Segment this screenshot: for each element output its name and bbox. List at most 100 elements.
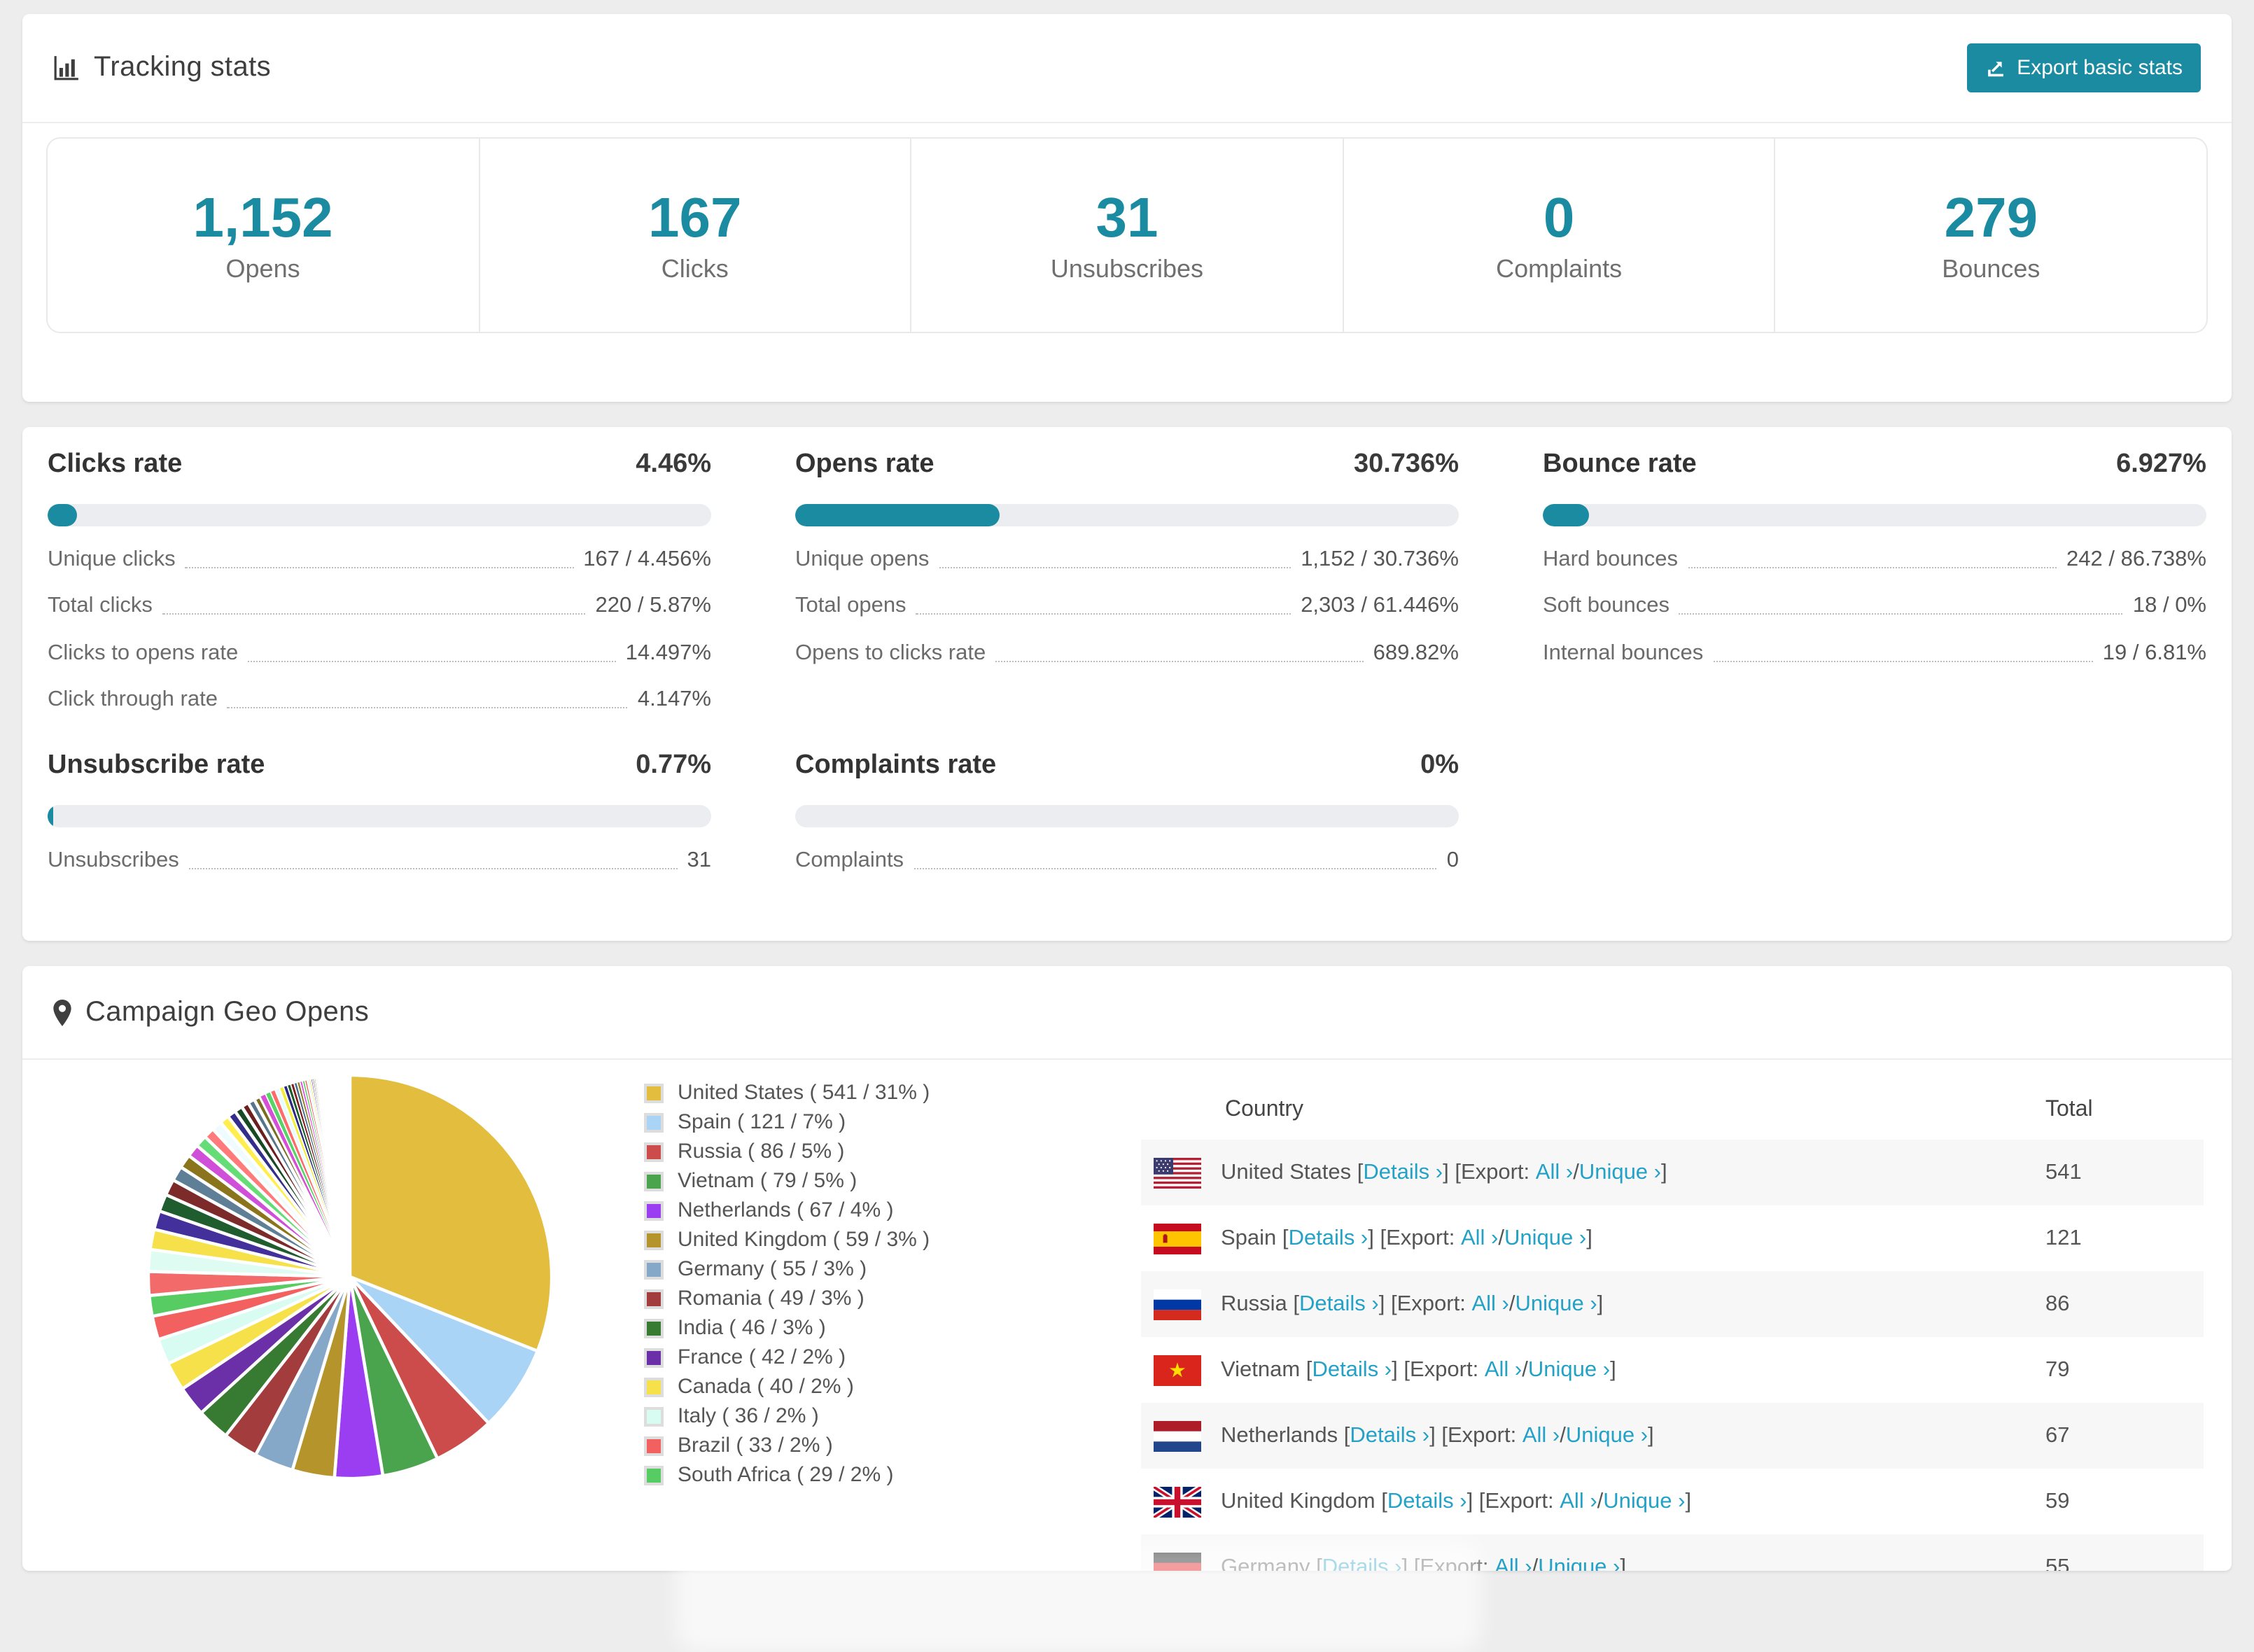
dotted-leader <box>939 545 1292 568</box>
geo-table-body: United States [Details ›] [Export: All ›… <box>1141 1140 2204 1571</box>
rate-stat-value: 0 <box>1446 848 1459 872</box>
legend-swatch <box>644 1436 664 1455</box>
legend-item: United States ( 541 / 31% ) <box>644 1078 930 1107</box>
rate-stat-value: 18 / 0% <box>2132 594 2206 618</box>
details-link[interactable]: Details › <box>1363 1160 1443 1185</box>
dotted-leader <box>1688 545 2057 568</box>
legend-swatch <box>644 1465 664 1485</box>
progress-bar-fill <box>48 805 53 827</box>
rate-stat-row: Unique opens 1,152 / 30.736% <box>795 545 1459 573</box>
rate-stat-row: Unsubscribes 31 <box>48 846 711 874</box>
flag-us-icon <box>1154 1157 1201 1188</box>
export-unique-link[interactable]: Unique › <box>1566 1423 1648 1448</box>
country-name: Netherlands <box>1221 1423 1338 1447</box>
stat-box: 1,152 Opens <box>48 139 478 332</box>
legend-label: Brazil ( 33 / 2% ) <box>678 1434 833 1457</box>
details-link[interactable]: Details › <box>1312 1357 1392 1382</box>
rate-panel-opens: Opens rate 30.736% Unique opens 1,152 / 30.… <box>795 449 1459 714</box>
stat-value: 1,152 <box>192 187 333 248</box>
export-unique-link[interactable]: Unique › <box>1528 1357 1610 1382</box>
progress-bar <box>1543 504 2206 526</box>
legend-item: India ( 46 / 3% ) <box>644 1313 930 1343</box>
export-all-link[interactable]: All › <box>1485 1357 1522 1382</box>
details-link[interactable]: Details › <box>1299 1292 1379 1317</box>
progress-bar <box>48 504 711 526</box>
legend-swatch <box>644 1318 664 1338</box>
progress-bar <box>795 504 1459 526</box>
rate-stat-value: 689.82% <box>1373 640 1459 665</box>
rates-row-1: Clicks rate 4.46% Unique clicks 167 / 4.456… <box>22 427 2232 714</box>
geo-card: Campaign Geo Opens United States ( 541 /… <box>22 966 2232 1571</box>
stat-label: Complaints <box>1496 254 1623 282</box>
rate-panel-bounce: Bounce rate 6.927% Hard bounces 242 / 86.73… <box>1543 449 2206 714</box>
rate-stat-row: Clicks to opens rate 14.497% <box>48 638 711 667</box>
export-unique-link[interactable]: Unique › <box>1504 1226 1586 1251</box>
stat-box: 31 Unsubscribes <box>910 139 1342 332</box>
bar-chart-icon <box>53 55 80 81</box>
rate-title: Bounce rate <box>1543 449 1697 479</box>
rate-stat-label: Unique clicks <box>48 547 176 571</box>
legend-item: Italy ( 36 / 2% ) <box>644 1401 930 1431</box>
table-row: Vietnam [Details ›] [Export: All › / Uni… <box>1141 1337 2204 1403</box>
legend-swatch <box>644 1083 664 1102</box>
rate-stat-label: Soft bounces <box>1543 594 1670 618</box>
total-value: 67 <box>2045 1423 2070 1447</box>
export-unique-link[interactable]: Unique › <box>1603 1489 1685 1514</box>
legend-label: United States ( 541 / 31% ) <box>678 1081 930 1105</box>
rate-stat-row: Complaints 0 <box>795 846 1459 874</box>
export-unique-link[interactable]: Unique › <box>1579 1160 1661 1185</box>
legend-item: France ( 42 / 2% ) <box>644 1343 930 1372</box>
details-link[interactable]: Details › <box>1387 1489 1467 1514</box>
stat-label: Bounces <box>1942 254 2040 282</box>
stat-value: 0 <box>1543 187 1575 248</box>
export-all-link[interactable]: All › <box>1461 1226 1498 1251</box>
country-name: United Kingdom <box>1221 1489 1376 1513</box>
export-all-link[interactable]: All › <box>1536 1160 1573 1185</box>
export-unique-link[interactable]: Unique › <box>1515 1292 1597 1317</box>
dotted-leader <box>913 846 1437 869</box>
export-unique-link[interactable]: Unique › <box>1538 1555 1620 1571</box>
dotted-leader <box>995 638 1364 662</box>
rate-stat-value: 220 / 5.87% <box>595 594 711 618</box>
rate-stat-label: Internal bounces <box>1543 640 1704 665</box>
export-all-link[interactable]: All › <box>1560 1489 1597 1514</box>
geo-pie-chart <box>146 1073 554 1480</box>
export-basic-stats-button[interactable]: Export basic stats <box>1966 43 2201 92</box>
legend-item: South Africa ( 29 / 2% ) <box>644 1460 930 1490</box>
rate-stat-row: Hard bounces 242 / 86.738% <box>1543 545 2206 573</box>
export-all-link[interactable]: All › <box>1522 1423 1560 1448</box>
rate-stat-label: Hard bounces <box>1543 547 1679 571</box>
export-all-link[interactable]: All › <box>1471 1292 1508 1317</box>
rate-value: 6.927% <box>2116 449 2206 479</box>
legend-label: Russia ( 86 / 5% ) <box>678 1140 845 1163</box>
legend-item: Canada ( 40 / 2% ) <box>644 1372 930 1401</box>
legend-item: United Kingdom ( 59 / 3% ) <box>644 1225 930 1254</box>
export-all-link[interactable]: All › <box>1494 1555 1532 1571</box>
stat-value: 279 <box>1944 187 2038 248</box>
rate-stat-value: 19 / 6.81% <box>2102 640 2206 665</box>
stat-box: 0 Complaints <box>1342 139 1774 332</box>
rate-stat-row: Opens to clicks rate 689.82% <box>795 638 1459 667</box>
legend-label: Romania ( 49 / 3% ) <box>678 1287 864 1310</box>
rates-row-2: Unsubscribe rate 0.77% Unsubscribes 31 Compl… <box>22 714 2232 874</box>
details-link[interactable]: Details › <box>1289 1226 1368 1251</box>
flag-ru-icon <box>1154 1289 1201 1320</box>
total-value: 59 <box>2045 1489 2070 1513</box>
rate-stat-row: Internal bounces 19 / 6.81% <box>1543 638 2206 667</box>
rate-title: Clicks rate <box>48 449 183 479</box>
stat-label: Opens <box>225 254 300 282</box>
stat-label: Clicks <box>661 254 729 282</box>
rate-stat-label: Click through rate <box>48 687 218 712</box>
rate-stat-row: Total clicks 220 / 5.87% <box>48 592 711 620</box>
bottom-overlay-blob <box>676 1540 1481 1652</box>
rate-stat-label: Clicks to opens rate <box>48 640 239 665</box>
progress-bar <box>795 805 1459 827</box>
rate-stat-value: 167 / 4.456% <box>583 547 711 571</box>
details-link[interactable]: Details › <box>1350 1423 1429 1448</box>
export-icon <box>1984 57 2005 78</box>
flag-gb-icon <box>1154 1486 1201 1517</box>
rate-value: 4.46% <box>636 449 711 479</box>
legend-label: Italy ( 36 / 2% ) <box>678 1404 819 1428</box>
legend-label: France ( 42 / 2% ) <box>678 1345 846 1369</box>
rate-panel-unsubscribe: Unsubscribe rate 0.77% Unsubscribes 31 <box>48 750 711 874</box>
